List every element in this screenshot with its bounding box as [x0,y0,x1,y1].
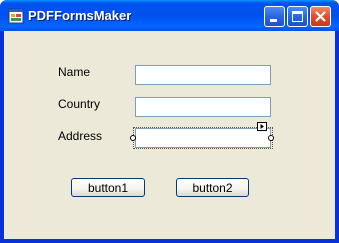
close-icon [315,11,326,22]
maximize-button[interactable] [287,6,308,27]
title-bar[interactable]: PDFFormsMaker [0,0,339,31]
name-label: Name [58,65,91,79]
app-window: PDFFormsMaker Name Country Address butto… [0,0,339,243]
maximize-icon [292,11,303,22]
resize-handle-right[interactable] [268,135,274,141]
country-label: Country [58,97,101,111]
minimize-icon [270,19,277,22]
window-title: PDFFormsMaker [28,8,132,23]
smart-tag-button[interactable] [257,122,267,131]
address-label: Address [58,129,103,143]
smart-tag-arrow-icon [260,124,264,129]
minimize-button[interactable] [264,6,285,27]
form-client-area: Name Country Address button1 button2 [4,31,335,239]
resize-handle-left[interactable] [130,135,136,141]
app-icon [8,8,24,24]
button2[interactable]: button2 [176,178,249,197]
country-field[interactable] [135,97,271,117]
address-field[interactable] [135,128,271,148]
name-field[interactable] [135,65,271,85]
close-button[interactable] [310,6,331,27]
button1[interactable]: button1 [71,178,145,197]
